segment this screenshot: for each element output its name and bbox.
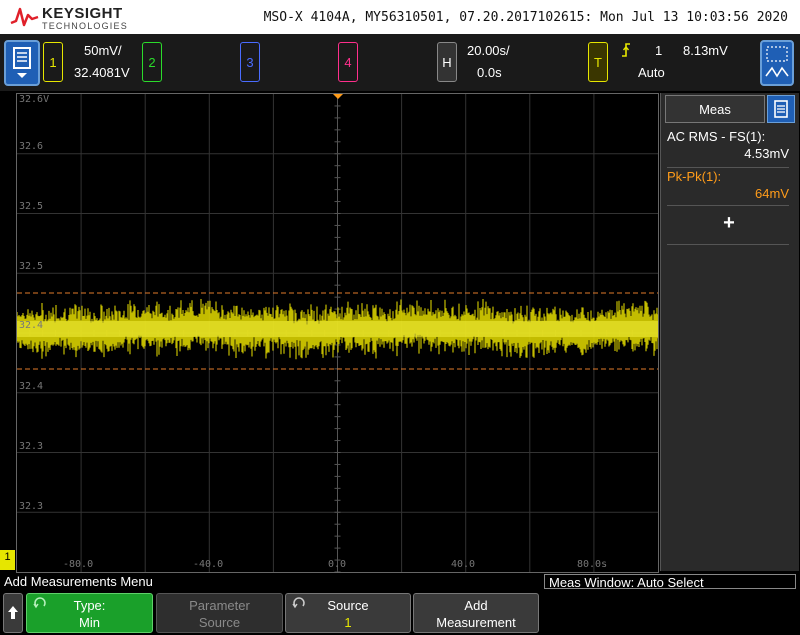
add-measurement-plus-button[interactable]: + <box>717 211 741 235</box>
add-softkey-value: Measurement <box>436 615 516 630</box>
y-tick-label: 32.5 <box>19 261 44 272</box>
up-arrow-icon <box>8 606 18 619</box>
status-line: Add Measurements Menu Meas Window: Auto … <box>0 573 800 591</box>
keysight-logo: KEYSIGHT TECHNOLOGIES <box>10 4 130 31</box>
channel-1-button[interactable]: 1 <box>43 42 63 82</box>
waveform-graticule <box>17 94 658 572</box>
zoom-button[interactable] <box>760 40 794 86</box>
instrument-info: MSO-X 4104A, MY56310501, 07.20.201710261… <box>263 10 788 25</box>
channel-1-ground-marker[interactable]: 1 <box>0 550 15 570</box>
control-bar: 1 50mV/ 32.4081V 2 3 4 H 20.00s/ 0.0s T … <box>0 34 800 91</box>
channel-1-scale: 50mV/ <box>84 43 122 58</box>
brand-subtitle: TECHNOLOGIES <box>42 21 128 31</box>
horizontal-time-scale: 20.00s/ <box>467 43 510 58</box>
y-tick-label: 32.6 <box>19 141 44 152</box>
x-tick-label: 80.0s <box>577 559 608 570</box>
channel-4-button[interactable]: 4 <box>338 42 358 82</box>
x-tick-label: 0.0 <box>328 559 347 570</box>
y-tick-label: 32.3 <box>19 501 44 512</box>
horizontal-delay: 0.0s <box>477 65 502 80</box>
trigger-mode: Auto <box>638 65 665 80</box>
header-bar: KEYSIGHT TECHNOLOGIES MSO-X 4104A, MY563… <box>0 0 800 34</box>
type-softkey[interactable]: Type: Min <box>26 593 153 633</box>
measurement-ac-rms-value: 4.53mV <box>744 146 789 161</box>
source-softkey[interactable]: Source 1 <box>285 593 411 633</box>
y-tick-label: 32.3 <box>19 441 44 452</box>
main-menu-button[interactable] <box>4 40 40 86</box>
parameter-source-softkey: Parameter Source <box>156 593 283 633</box>
y-tick-label: 32.6V <box>19 94 50 105</box>
back-button[interactable] <box>3 593 23 633</box>
menu-title: Add Measurements Menu <box>4 574 153 589</box>
divider <box>667 167 789 168</box>
parameter-softkey-label: Parameter <box>189 598 250 613</box>
add-softkey-label: Add <box>464 598 488 613</box>
channel-3-button[interactable]: 3 <box>240 42 260 82</box>
x-tick-label: -40.0 <box>193 559 224 570</box>
channel-1-waveform-core <box>17 321 658 337</box>
type-softkey-value: Min <box>79 615 100 630</box>
source-softkey-value: 1 <box>344 615 352 630</box>
channel-1-marker-label: 1 <box>4 551 11 563</box>
channel-1-offset: 32.4081V <box>74 65 130 80</box>
measurement-pk-pk-label: Pk-Pk(1): <box>667 169 722 184</box>
y-tick-label: 32.4 <box>19 381 44 392</box>
menu-icon <box>13 47 31 78</box>
add-measurement-softkey[interactable]: Add Measurement <box>413 593 539 633</box>
trigger-position-marker <box>333 94 343 99</box>
plus-icon: + <box>723 212 735 234</box>
divider <box>667 244 789 245</box>
waveform-display[interactable]: 32.6V 32.6 32.5 32.5 32.4 32.4 32.3 32.3… <box>16 93 659 573</box>
measurement-pk-pk-value: 64mV <box>755 186 789 201</box>
meas-window-status: Meas Window: Auto Select <box>544 574 796 590</box>
softkey-bar: Type: Min Parameter Source Source 1 Add … <box>0 591 800 633</box>
y-tick-label: 32.4 <box>19 320 44 331</box>
panel-list-button[interactable] <box>767 95 795 123</box>
measurement-ac-rms[interactable]: AC RMS - FS(1): 4.53mV <box>667 129 789 161</box>
parameter-softkey-value: Source <box>198 615 241 630</box>
entry-knob-icon <box>33 597 46 609</box>
trigger-source: 1 <box>655 43 663 58</box>
measurement-ac-rms-label: AC RMS - FS(1): <box>667 129 766 144</box>
channel-2-button[interactable]: 2 <box>142 42 162 82</box>
divider <box>667 205 789 206</box>
trigger-level: 8.13mV <box>683 43 728 58</box>
x-tick-label: -80.0 <box>63 559 94 570</box>
entry-knob-icon <box>292 597 305 609</box>
tab-meas[interactable]: Meas <box>665 95 765 123</box>
list-icon <box>774 100 788 118</box>
trigger-edge-icon <box>622 43 630 57</box>
trigger-button[interactable]: T <box>588 42 608 82</box>
measurement-pk-pk[interactable]: Pk-Pk(1): 64mV <box>667 169 789 201</box>
y-tick-label: 32.5 <box>19 201 44 212</box>
brand-name: KEYSIGHT <box>42 5 123 22</box>
horizontal-button[interactable]: H <box>437 42 457 82</box>
zoom-icon <box>765 46 789 78</box>
x-tick-label: 40.0 <box>451 559 476 570</box>
measurement-panel: Meas AC RMS - FS(1): 4.53mV Pk-Pk(1): 64… <box>660 93 799 571</box>
keysight-wave-icon <box>10 7 39 27</box>
tab-meas-label: Meas <box>699 101 731 117</box>
